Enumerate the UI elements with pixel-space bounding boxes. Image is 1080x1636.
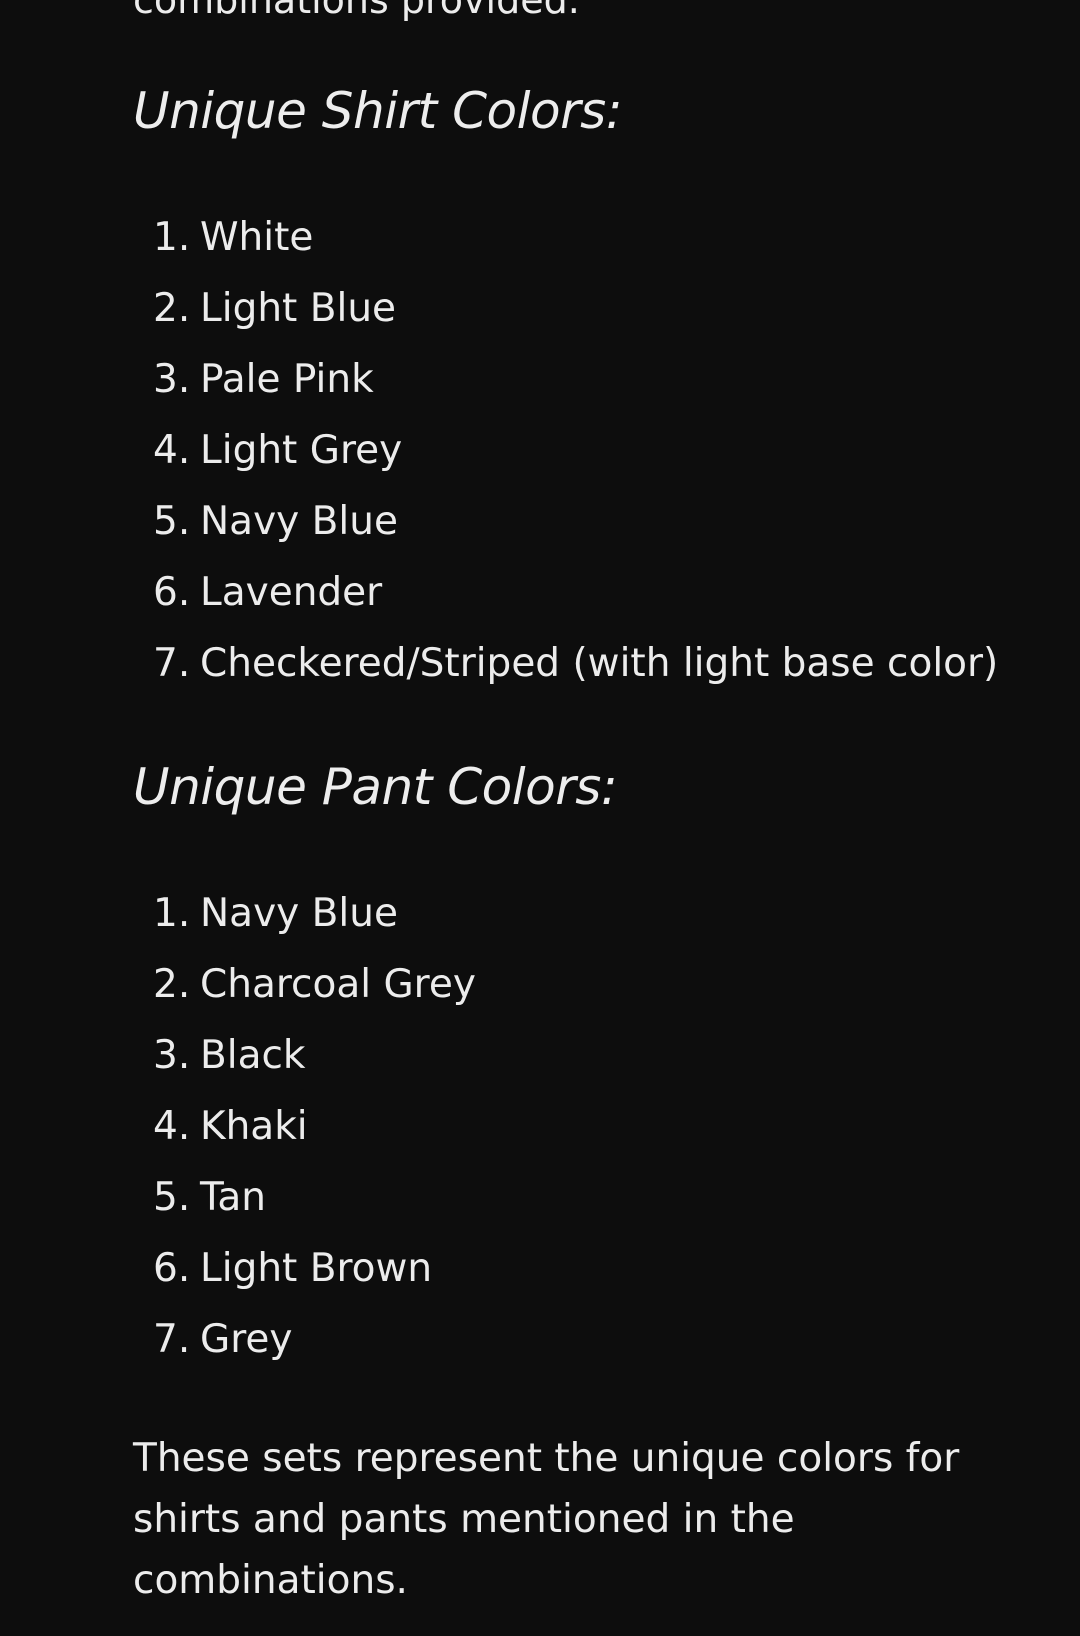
list-item: 1. White [133,202,998,273]
list-item-label: Khaki [200,1104,308,1149]
list-item-label: Charcoal Grey [200,962,476,1007]
list-number: 4. [153,428,191,473]
list-item: 3. Pale Pink [133,344,998,415]
list-item-label: Navy Blue [200,891,398,936]
list-number: 1. [153,215,191,260]
intro-text-cut: combinations provided. [133,0,580,22]
list-number: 4. [153,1104,191,1149]
list-number: 2. [153,286,191,331]
list-number: 6. [153,570,191,615]
shirt-colors-list: 1. White 2. Light Blue 3. Pale Pink 4. L… [133,202,998,699]
list-number: 1. [153,891,191,936]
list-item: 6. Light Brown [133,1233,476,1304]
list-number: 3. [153,357,191,402]
pant-colors-list: 1. Navy Blue 2. Charcoal Grey 3. Black 4… [133,878,476,1375]
list-item: 7. Grey [133,1304,476,1375]
list-item: 6. Lavender [133,557,998,628]
list-item-label: Navy Blue [200,499,398,544]
list-number: 3. [153,1033,191,1078]
list-number: 5. [153,499,191,544]
list-item: 4. Light Grey [133,415,998,486]
list-item-label: Black [200,1033,306,1078]
list-item-label: Light Grey [200,428,403,473]
list-item-label: Light Blue [200,286,397,331]
list-item-label: Pale Pink [200,357,374,402]
list-item-label: Grey [200,1317,293,1362]
list-item: 7. Checkered/Striped (with light base co… [133,628,998,699]
list-item: 4. Khaki [133,1091,476,1162]
pant-colors-heading: Unique Pant Colors: [133,758,618,816]
list-item-label: White [200,215,314,260]
list-item-label: Lavender [200,570,383,615]
list-number: 5. [153,1175,191,1220]
list-item: 5. Navy Blue [133,486,998,557]
list-number: 7. [153,641,191,686]
list-number: 6. [153,1246,191,1291]
list-item: 3. Black [133,1020,476,1091]
shirt-colors-heading: Unique Shirt Colors: [133,82,623,140]
list-number: 2. [153,962,191,1007]
list-item: 1. Navy Blue [133,878,476,949]
list-item-label: Checkered/Striped (with light base color… [200,641,999,686]
list-item: 2. Light Blue [133,273,998,344]
list-item-label: Light Brown [200,1246,433,1291]
list-item: 2. Charcoal Grey [133,949,476,1020]
summary-paragraph: These sets represent the unique colors f… [133,1436,960,1603]
list-item-label: Tan [200,1175,266,1220]
list-item: 5. Tan [133,1162,476,1233]
list-number: 7. [153,1317,191,1362]
